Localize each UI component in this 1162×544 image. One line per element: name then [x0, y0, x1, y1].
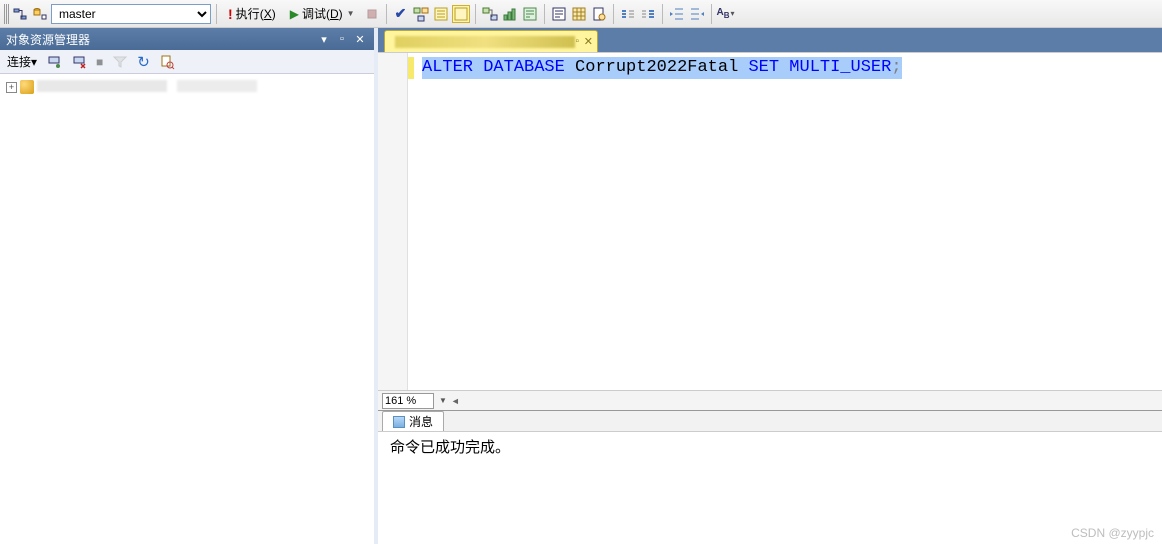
- messages-output[interactable]: 命令已成功完成。: [378, 432, 1162, 544]
- debug-button[interactable]: ▶ 调试(D) ▼: [284, 3, 361, 25]
- tree-node-label: [37, 80, 257, 95]
- results-grid-icon[interactable]: [570, 5, 588, 23]
- uncomment-icon[interactable]: [639, 5, 657, 23]
- messages-tab[interactable]: 消息: [382, 411, 444, 431]
- execute-label: 执行(X): [236, 5, 276, 22]
- panel-header: 对象资源管理器 ▾ ▫ ✕: [0, 28, 374, 50]
- separator: [386, 4, 387, 24]
- active-file-tab[interactable]: ▫ ✕: [384, 30, 598, 52]
- editor-tab-strip: ▫ ✕: [378, 28, 1162, 52]
- execute-icon: !: [228, 6, 233, 22]
- live-stats-icon[interactable]: [501, 5, 519, 23]
- object-explorer-panel: 对象资源管理器 ▾ ▫ ✕ 连接 ▾ ■ ↻ +: [0, 28, 378, 544]
- separator: [711, 4, 712, 24]
- indent-icon[interactable]: [688, 5, 706, 23]
- scroll-left-icon[interactable]: ◄: [451, 396, 460, 406]
- message-line: 命令已成功完成。: [390, 436, 1150, 457]
- tab-title: [395, 36, 575, 48]
- client-stats-icon[interactable]: [521, 5, 539, 23]
- results-file-icon[interactable]: [590, 5, 608, 23]
- tab-close-icon[interactable]: ✕: [584, 35, 593, 48]
- toolbar-grip[interactable]: [4, 4, 9, 24]
- object-tree[interactable]: +: [0, 74, 374, 544]
- zoom-dropdown[interactable]: [382, 393, 434, 409]
- results-text-icon[interactable]: [550, 5, 568, 23]
- sql-code-editor[interactable]: ALTER DATABASE Corrupt2022Fatal SET MULT…: [378, 52, 1162, 390]
- disconnect-icon[interactable]: [68, 53, 90, 71]
- zoom-bar: ▼ ◄: [378, 390, 1162, 410]
- outdent-icon[interactable]: [668, 5, 686, 23]
- intellisense-icon[interactable]: [452, 5, 470, 23]
- panel-close-icon[interactable]: ✕: [352, 31, 368, 47]
- tree-root-row[interactable]: +: [6, 78, 368, 96]
- connect-button[interactable]: 连接 ▾: [4, 52, 40, 71]
- database-dropdown[interactable]: master: [51, 4, 211, 24]
- tree-expand-icon[interactable]: +: [6, 82, 17, 93]
- code-text[interactable]: ALTER DATABASE Corrupt2022Fatal SET MULT…: [414, 53, 1162, 390]
- chevron-down-icon[interactable]: ▼: [439, 396, 447, 405]
- separator: [613, 4, 614, 24]
- execute-button[interactable]: ! 执行(X): [222, 3, 282, 25]
- stop-icon: ■: [93, 54, 106, 70]
- separator: [216, 4, 217, 24]
- debug-arrow-icon: ▶: [290, 7, 299, 21]
- connect-server-icon[interactable]: [43, 53, 65, 71]
- filter-icon: [109, 53, 131, 71]
- panel-dropdown-icon[interactable]: ▾: [316, 31, 332, 47]
- debug-label: 调试(D): [302, 5, 343, 22]
- estimated-plan-icon[interactable]: [412, 5, 430, 23]
- separator: [662, 4, 663, 24]
- chevron-down-icon: ▼: [347, 9, 355, 18]
- messages-tab-icon: [393, 416, 405, 428]
- db-tree-icon[interactable]: [31, 5, 49, 23]
- refresh-icon[interactable]: ↻: [134, 52, 153, 72]
- actual-plan-icon[interactable]: [481, 5, 499, 23]
- separator: [475, 4, 476, 24]
- object-explorer-toolbar: 连接 ▾ ■ ↻: [0, 50, 374, 74]
- messages-tab-label: 消息: [409, 413, 433, 430]
- separator: [544, 4, 545, 24]
- main-toolbar: master ! 执行(X) ▶ 调试(D) ▼ ✔ AB▾: [0, 0, 1162, 28]
- panel-pin-icon[interactable]: ▫: [334, 31, 350, 47]
- parse-check-icon[interactable]: ✔: [392, 5, 410, 23]
- watermark-text: CSDN @zyypjc: [1071, 526, 1154, 540]
- comment-icon[interactable]: [619, 5, 637, 23]
- specify-values-icon[interactable]: AB▾: [717, 5, 735, 23]
- query-options-icon[interactable]: [432, 5, 450, 23]
- server-icon: [20, 80, 34, 94]
- results-tab-strip: 消息: [378, 410, 1162, 432]
- cancel-query-icon[interactable]: [363, 5, 381, 23]
- tab-pin-icon[interactable]: ▫: [575, 36, 579, 47]
- glyph-margin: [378, 53, 408, 390]
- change-connection-icon[interactable]: [11, 5, 29, 23]
- search-script-icon[interactable]: [156, 53, 178, 71]
- panel-title: 对象资源管理器: [6, 31, 314, 48]
- editor-area: ▫ ✕ ALTER DATABASE Corrupt2022Fatal SET …: [378, 28, 1162, 544]
